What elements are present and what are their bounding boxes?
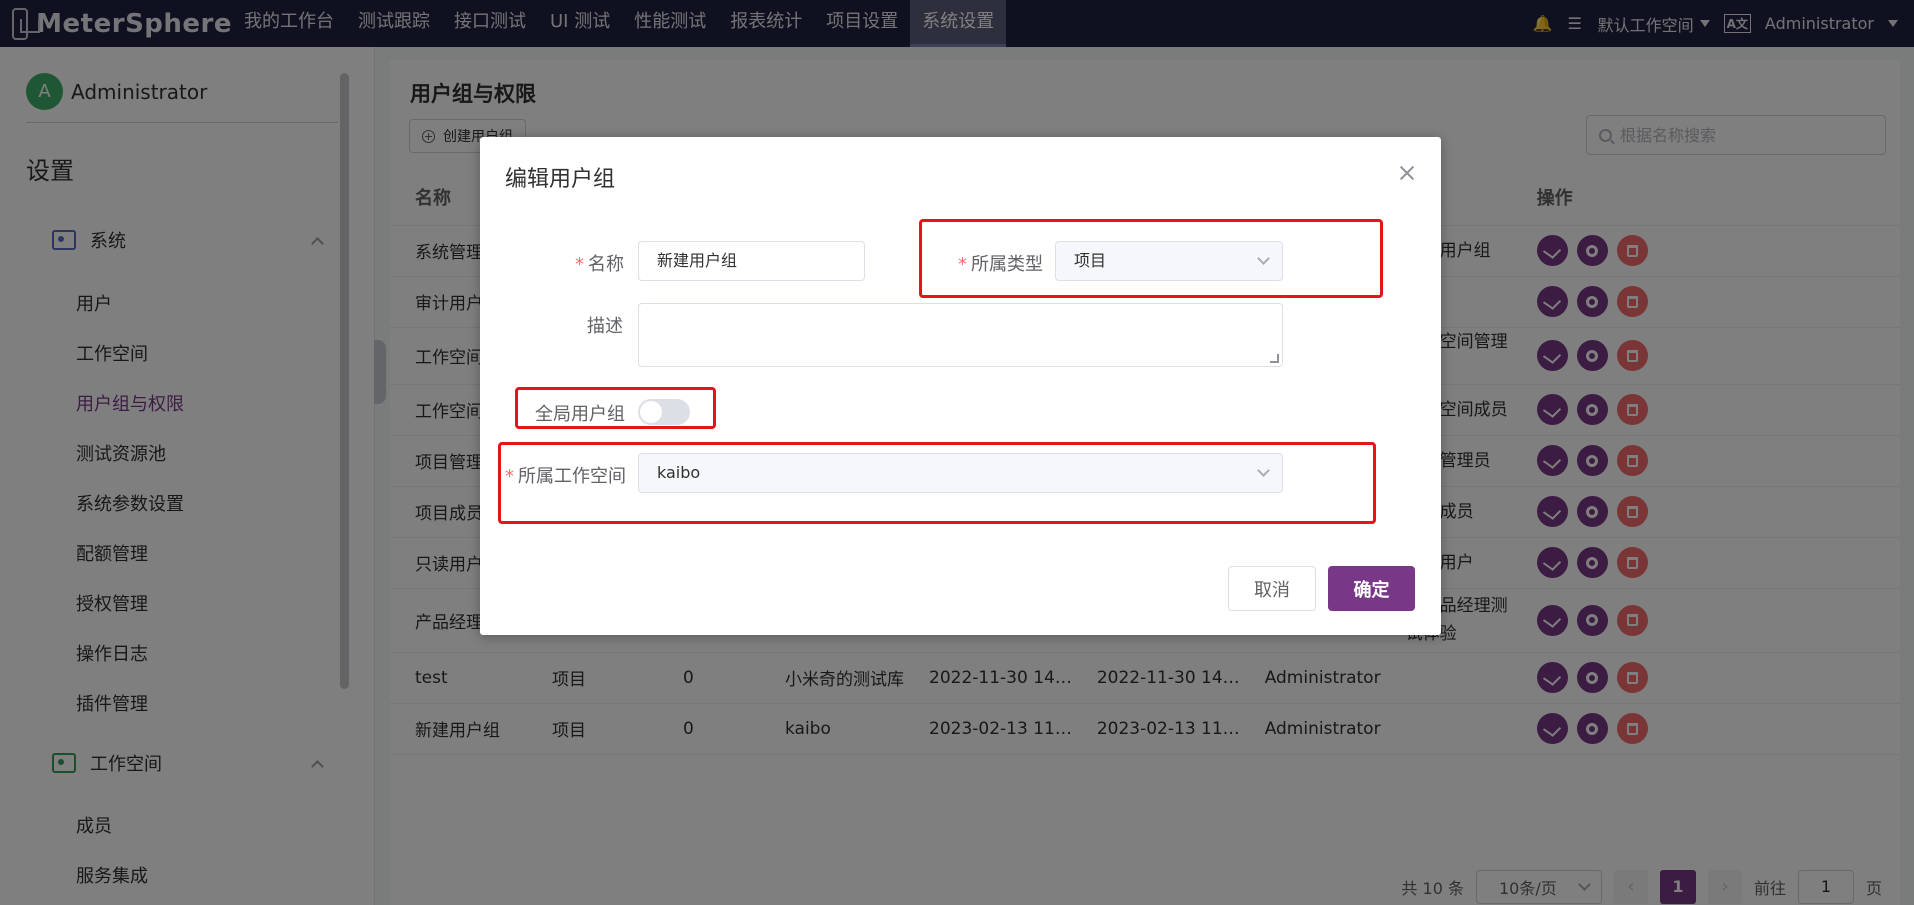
- name-label: * 名称: [575, 254, 624, 275]
- name-label-text: 名称: [588, 254, 624, 275]
- dialog-title: 编辑用户组: [505, 167, 616, 192]
- description-textarea[interactable]: [638, 303, 1283, 367]
- resize-handle-icon[interactable]: [1270, 354, 1279, 363]
- highlight-box-global: [515, 387, 716, 429]
- close-icon[interactable]: [1397, 163, 1417, 183]
- highlight-box-workspace: [498, 442, 1376, 524]
- highlight-box-type: [919, 219, 1383, 298]
- name-input[interactable]: 新建用户组: [638, 241, 865, 281]
- cancel-button[interactable]: 取消: [1228, 566, 1316, 611]
- edit-user-group-dialog: 编辑用户组: [480, 137, 1441, 635]
- confirm-button[interactable]: 确定: [1328, 566, 1415, 611]
- desc-label: 描述: [587, 316, 623, 337]
